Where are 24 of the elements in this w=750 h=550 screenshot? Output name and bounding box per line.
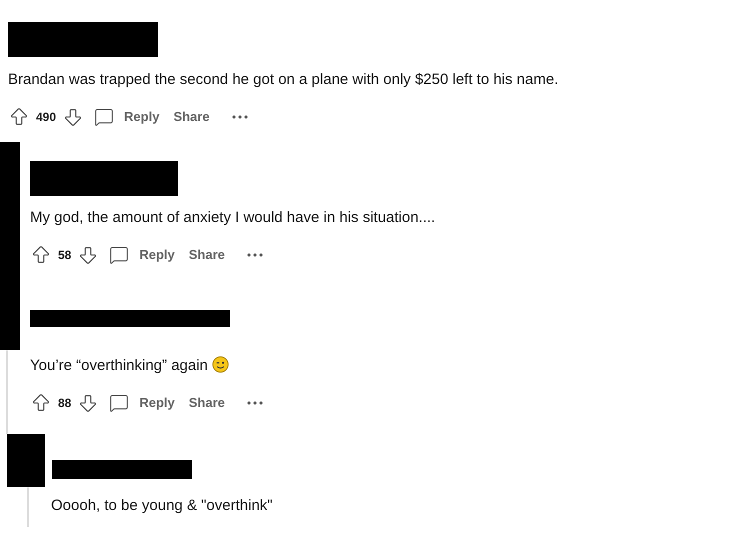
upvote-icon[interactable] <box>30 392 52 414</box>
more-icon[interactable] <box>246 401 263 405</box>
redaction-bar <box>7 434 45 487</box>
share-button[interactable]: Share <box>184 393 229 413</box>
wink-face-icon <box>212 356 229 373</box>
share-button[interactable]: Share <box>184 245 229 265</box>
more-icon[interactable] <box>246 253 263 257</box>
comment-icon[interactable] <box>109 393 130 413</box>
comment-text: Brandan was trapped the second he got on a plane with only $250 left to his name. <box>8 70 560 90</box>
vote-count: 88 <box>58 395 72 412</box>
comment-text: Ooooh, to be young & "overthink" <box>51 496 274 516</box>
vote-count: 490 <box>36 109 56 126</box>
vote-count: 58 <box>58 247 72 264</box>
comment-icon[interactable] <box>109 245 130 265</box>
reply-button[interactable]: Reply <box>135 245 179 265</box>
reply-button[interactable]: Reply <box>120 107 164 127</box>
upvote-icon[interactable] <box>8 106 30 128</box>
more-icon[interactable] <box>232 115 248 119</box>
reply-button[interactable]: Reply <box>135 393 179 413</box>
comment-icon[interactable] <box>94 107 114 127</box>
share-button[interactable]: Share <box>169 107 214 127</box>
upvote-icon[interactable] <box>30 244 52 266</box>
comment-text: You’re “overthinking” again <box>30 356 750 376</box>
comment-text: My god, the amount of anxiety I would have in his situation.... <box>30 208 436 228</box>
